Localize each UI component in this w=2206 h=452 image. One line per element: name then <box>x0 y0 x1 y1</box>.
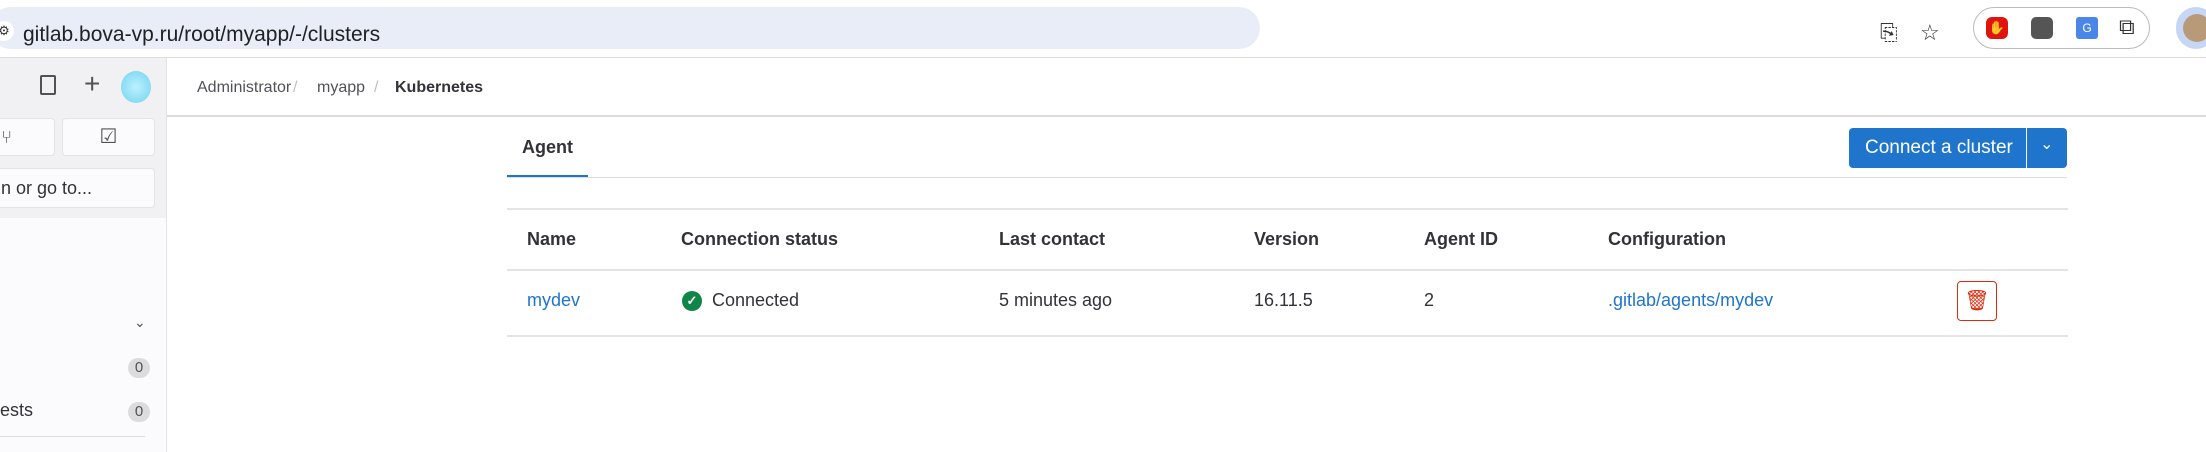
delete-agent-button[interactable]: 🗑︎ <box>1957 281 1997 321</box>
url-text[interactable]: gitlab.bova-vp.ru/root/myapp/-/clusters <box>23 23 380 47</box>
breadcrumb-myapp[interactable]: myapp <box>317 79 365 97</box>
extension-icon[interactable] <box>2031 17 2053 39</box>
table-header-border <box>507 269 2068 271</box>
table-top-border <box>507 208 2068 210</box>
user-avatar[interactable] <box>121 71 151 103</box>
bookmark-star-icon[interactable]: ☆ <box>1920 20 1940 46</box>
column-header-status: Connection status <box>681 229 839 249</box>
breadcrumb-kubernetes[interactable]: Kubernetes <box>395 79 483 97</box>
connect-cluster-split-button: Connect a cluster ⌄ <box>1849 128 2067 168</box>
connect-cluster-button[interactable]: Connect a cluster <box>1865 137 2013 159</box>
sidebar: + ⑂ ☑ n or go to... ⌄ 0 ests 0 <box>0 58 167 452</box>
chevron-down-icon[interactable]: ⌄ <box>2040 134 2053 154</box>
breadcrumb-separator: / <box>293 79 298 96</box>
translate-icon[interactable]: G <box>2076 17 2098 39</box>
column-header-last-contact: Last contact <box>999 229 1106 249</box>
agent-id: 2 <box>1424 290 1435 310</box>
column-header-agent-id: Agent ID <box>1424 229 1498 249</box>
puzzle-extensions-icon[interactable]: ⧉ <box>2119 14 2135 40</box>
profile-avatar[interactable] <box>2176 7 2206 49</box>
adblock-icon[interactable]: ✋ <box>1986 17 2008 39</box>
trash-icon: 🗑︎ <box>1964 290 1990 312</box>
divider <box>0 436 145 437</box>
merge-requests-button[interactable]: ⑂ <box>0 118 55 156</box>
check-circle-icon: ✓ <box>682 291 702 311</box>
site-info-icon[interactable]: ⚙ <box>0 21 14 41</box>
tab-agent[interactable]: Agent <box>507 128 588 178</box>
tabs-divider <box>507 177 2067 178</box>
count-badge: 0 <box>128 358 150 378</box>
last-contact: 5 minutes ago <box>999 290 1113 310</box>
install-app-icon[interactable]: ⎘ <box>1880 20 1898 46</box>
address-bar[interactable]: ⚙ gitlab.bova-vp.ru/root/myapp/-/cluster… <box>0 7 1940 49</box>
column-header-version: Version <box>1254 229 1320 249</box>
checkbox-icon: ☑ <box>99 126 118 148</box>
merge-request-icon: ⑂ <box>1 127 12 147</box>
search-button[interactable]: n or go to... <box>0 168 155 208</box>
chevron-down-icon[interactable]: ⌄ <box>134 314 146 331</box>
sidebar-toggle-icon[interactable] <box>40 75 56 95</box>
connection-status: Connected <box>712 290 800 310</box>
extensions-bar: ✋ G ⧉ <box>1973 7 2150 49</box>
plus-icon[interactable]: + <box>84 68 100 100</box>
sidebar-item-label[interactable]: ests <box>0 400 33 421</box>
configuration-link[interactable]: .gitlab/agents/mydev <box>1608 290 1773 311</box>
table-bottom-border <box>507 335 2068 337</box>
breadcrumb-separator: / <box>374 79 379 96</box>
version: 16.11.5 <box>1254 290 1313 310</box>
top-bar: Administrator / myapp / Kubernetes <box>167 58 2206 117</box>
column-header-name: Name <box>527 229 577 249</box>
column-header-configuration: Configuration <box>1608 229 1726 249</box>
agent-name-link[interactable]: mydev <box>527 290 580 311</box>
breadcrumb-administrator[interactable]: Administrator <box>197 79 291 97</box>
browser-toolbar: ⚙ gitlab.bova-vp.ru/root/myapp/-/cluster… <box>0 0 2206 58</box>
count-badge: 0 <box>128 402 150 422</box>
todo-button[interactable]: ☑ <box>62 118 155 156</box>
